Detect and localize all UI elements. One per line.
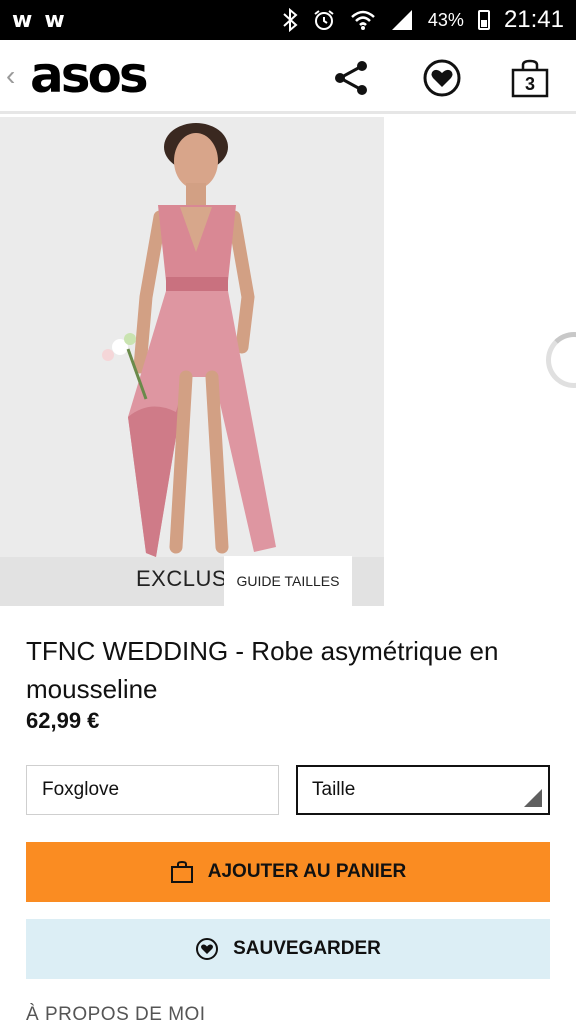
size-select[interactable]: Taille — [296, 765, 550, 815]
notification-icons: w w — [12, 8, 65, 33]
notification-w-icon: w — [12, 7, 33, 33]
dropdown-arrow-icon — [524, 789, 542, 807]
product-price: 62,99 € — [26, 708, 100, 733]
size-placeholder: Taille — [312, 779, 356, 800]
signal-icon — [390, 9, 414, 31]
dress-illustration — [0, 117, 384, 606]
add-to-cart-label: AJOUTER AU PANIER — [207, 861, 407, 882]
cart-count: 3 — [525, 74, 535, 94]
size-guide-button[interactable]: GUIDE TAILLES — [224, 556, 352, 606]
heart-icon — [423, 59, 461, 97]
save-label: SAUVEGARDER — [233, 938, 381, 959]
asos-logo[interactable]: asos — [30, 46, 149, 104]
status-bar: w w 43% 21:41 — [0, 0, 576, 40]
notification-w-icon: w — [44, 7, 65, 33]
system-icons: 43% 21:41 — [282, 6, 564, 34]
add-to-cart-button[interactable]: AJOUTER AU PANIER — [26, 842, 550, 902]
share-button[interactable] — [330, 56, 374, 100]
battery-icon — [477, 10, 490, 30]
product-title: TFNC WEDDING - Robe asymétrique en mouss… — [26, 636, 499, 704]
product-image[interactable] — [0, 117, 384, 606]
loading-spinner — [546, 332, 576, 388]
cart-button[interactable]: 3 — [508, 56, 552, 100]
app-header: ‹ asos 3 — [0, 40, 576, 114]
share-icon — [335, 61, 367, 95]
bluetooth-icon — [282, 8, 298, 32]
about-me-heading[interactable]: À PROPOS DE MOI — [26, 1004, 206, 1026]
chevron-left-icon[interactable]: ‹ — [6, 60, 15, 92]
wifi-icon — [350, 9, 376, 31]
color-value: Foxglove — [42, 779, 120, 800]
heart-icon — [196, 938, 219, 960]
alarm-icon — [312, 8, 336, 32]
clock: 21:41 — [503, 6, 564, 33]
color-selector[interactable]: Foxglove — [26, 765, 279, 815]
save-button[interactable]: SAUVEGARDER — [26, 919, 550, 979]
bag-icon: 3 — [511, 59, 549, 98]
bag-icon — [170, 860, 193, 883]
wishlist-button[interactable] — [420, 56, 464, 100]
battery-percent: 43% — [427, 9, 464, 30]
